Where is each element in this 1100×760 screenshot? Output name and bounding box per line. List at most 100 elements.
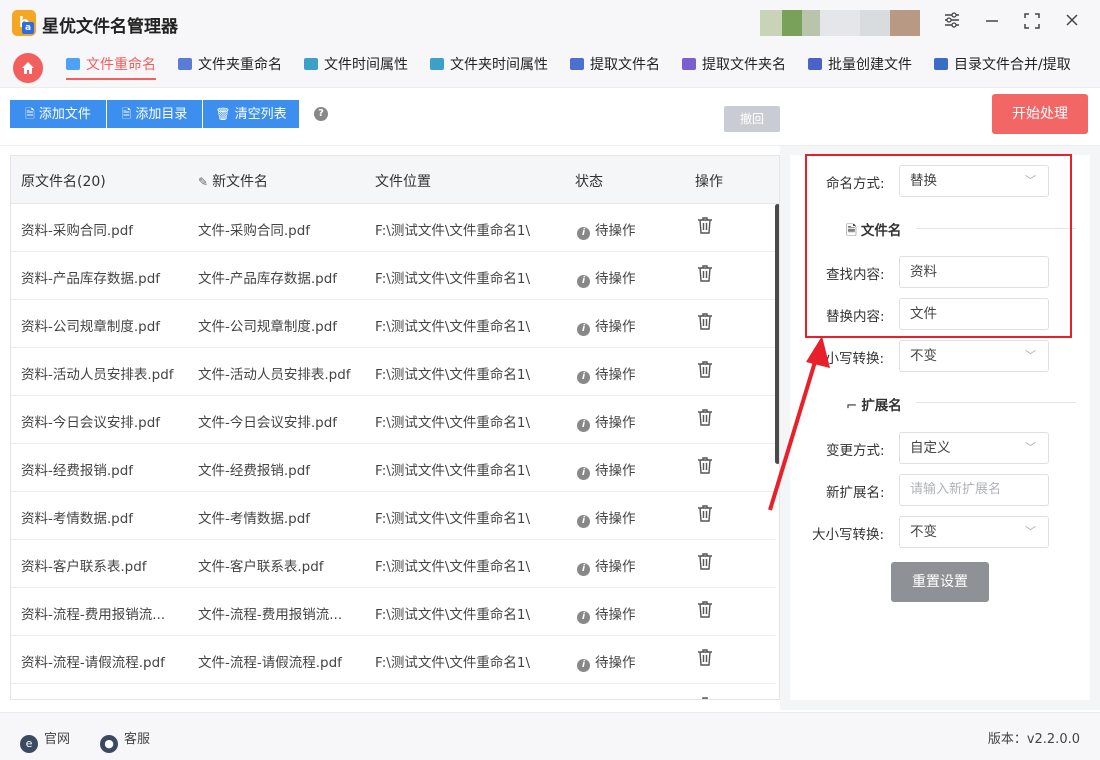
section-divider — [916, 402, 1076, 403]
new-filename: 文件-流程-费用报销流... — [198, 607, 343, 623]
add-directory-button[interactable]: 🗎 添加目录 — [107, 100, 202, 128]
file-location: F:\测试文件\文件重命名1\ — [375, 559, 530, 575]
close-icon[interactable] — [1060, 12, 1084, 36]
header-status: 状态 — [575, 174, 603, 190]
tab-batch-create[interactable]: 批量创建文件 — [808, 54, 912, 80]
case-conversion-select[interactable]: 不变 ﹀ — [899, 340, 1049, 372]
trash-icon[interactable] — [697, 600, 713, 618]
table-header: 原文件名(20) ✎ 新文件名 文件位置 状态 操作 — [11, 156, 779, 204]
tab-file-rename[interactable]: 文件重命名 — [66, 54, 156, 80]
minimize-icon[interactable] — [980, 12, 1004, 36]
status-cell: i 待操作 — [577, 507, 636, 528]
file-location: F:\测试文件\文件重命名1\ — [375, 271, 530, 287]
home-icon[interactable] — [13, 53, 43, 83]
trash-icon[interactable] — [697, 648, 713, 666]
table-row[interactable]: 资料-活动人员安排表.pdf 文件-活动人员安排表.pdf F:\测试文件\文件重命… — [11, 348, 775, 396]
header-location: 文件位置 — [375, 174, 431, 190]
table-row[interactable]: 资料-今日会议安排.pdf 文件-今日会议安排.pdf F:\测试文件\文件重命名1… — [11, 396, 775, 444]
tab-extract-filename[interactable]: 提取文件名 — [570, 54, 660, 80]
extract-filename-icon — [570, 58, 584, 70]
table-row[interactable]: 资料-流程-请假流程.pdf 文件-流程-请假流程.pdf F:\测试文件\文件重命… — [11, 636, 775, 684]
table-row[interactable]: 资料-采购合同.pdf 文件-采购合同.pdf F:\测试文件\文件重命名1\ i 待操… — [11, 204, 775, 252]
file-time-icon — [304, 58, 318, 70]
new-filename: 文件-活动人员安排表.pdf — [198, 367, 351, 383]
version-label: 版本：v2.2.0.0 — [987, 732, 1080, 747]
status-cell: i 待操作 — [577, 267, 636, 288]
original-filename: 资料-经费报销.pdf — [21, 463, 134, 479]
info-icon: i — [577, 275, 590, 288]
status-cell: i 待操作 — [577, 459, 636, 480]
table-row[interactable]: 资料-流程-费用报销流... 文件-流程-费用报销流... F:\测试文件\文件重命… — [11, 588, 775, 636]
folder-rename-icon — [178, 58, 192, 70]
new-filename: 文件-考情数据.pdf — [198, 511, 311, 527]
footer: e 官网 ● 客服 版本：v2.2.0.0 — [0, 712, 1100, 760]
file-location: F:\测试文件\文件重命名1\ — [375, 655, 530, 671]
original-filename: 资料-今日会议安排.pdf — [21, 415, 161, 431]
file-location: F:\测试文件\文件重命名1\ — [375, 319, 530, 335]
trash-icon[interactable] — [697, 456, 713, 474]
settings-icon[interactable] — [940, 12, 964, 36]
chevron-down-icon: ﹀ — [1025, 441, 1036, 454]
trash-icon[interactable] — [697, 408, 713, 426]
table-row[interactable]: 资料-经费报销.pdf 文件-经费报销.pdf F:\测试文件\文件重命名1\ i 待操… — [11, 444, 775, 492]
original-filename: 资料-公司规章制度.pdf — [21, 319, 161, 335]
new-filename: 文件-客户联系表.pdf — [198, 559, 324, 575]
change-mode-select[interactable]: 自定义 ﹀ — [899, 432, 1049, 464]
file-location: F:\测试文件\文件重命名1\ — [375, 511, 530, 527]
file-location: F:\测试文件\文件重命名1\ — [375, 415, 530, 431]
file-table: 原文件名(20) ✎ 新文件名 文件位置 状态 操作 资料-采购合同.pdf 文件-… — [10, 155, 780, 700]
new-filename: 文件-今日会议安排.pdf — [198, 415, 338, 431]
trash-icon[interactable] — [697, 264, 713, 282]
extension-case-select[interactable]: 不变 ﹀ — [899, 516, 1049, 548]
table-row[interactable]: 资料-考情数据.pdf 文件-考情数据.pdf F:\测试文件\文件重命名1\ i 待操… — [11, 492, 775, 540]
tab-extract-foldername[interactable]: 提取文件夹名 — [682, 54, 786, 80]
new-extension-input[interactable]: 请输入新扩展名 — [899, 474, 1049, 506]
table-row[interactable]: 资料-公司规章制度.pdf 文件-公司规章制度.pdf F:\测试文件\文件重命名1… — [11, 300, 775, 348]
table-row[interactable] — [11, 684, 775, 700]
file-location: F:\测试文件\文件重命名1\ — [375, 607, 530, 623]
new-filename: 文件-公司规章制度.pdf — [198, 319, 338, 335]
tab-folder-time[interactable]: 文件夹时间属性 — [430, 54, 548, 80]
table-row[interactable]: 资料-产品库存数据.pdf 文件-产品库存数据.pdf F:\测试文件\文件重命名1… — [11, 252, 775, 300]
support-link[interactable]: ● 客服 — [100, 728, 150, 753]
table-row[interactable]: 资料-客户联系表.pdf 文件-客户联系表.pdf F:\测试文件\文件重命名1\ i… — [11, 540, 775, 588]
user-avatar[interactable] — [760, 10, 920, 36]
file-location: F:\测试文件\文件重命名1\ — [375, 223, 530, 239]
help-icon[interactable]: ? — [314, 107, 328, 121]
folder-time-icon — [430, 58, 444, 70]
add-file-button[interactable]: 🗎 添加文件 — [10, 100, 106, 128]
start-processing-button[interactable]: 开始处理 — [992, 94, 1088, 134]
extension-case-label: 大小写转换: — [812, 527, 885, 543]
trash-icon[interactable] — [697, 360, 713, 378]
tab-folder-rename[interactable]: 文件夹重命名 — [178, 54, 282, 80]
new-filename: 文件-经费报销.pdf — [198, 463, 311, 479]
trash-icon[interactable] — [697, 696, 713, 700]
annotation-arrow-icon — [768, 336, 830, 511]
trash-icon[interactable] — [697, 552, 713, 570]
info-icon: i — [577, 467, 590, 480]
tab-merge-extract[interactable]: 目录文件合并/提取 — [934, 54, 1071, 80]
title-bar: ba 星优文件名管理器 — [0, 0, 1100, 46]
new-filename: 文件-采购合同.pdf — [198, 223, 311, 239]
tab-file-time[interactable]: 文件时间属性 — [304, 54, 408, 80]
website-link[interactable]: e 官网 — [20, 728, 70, 753]
edit-icon: ✎ — [198, 175, 209, 189]
maximize-icon[interactable] — [1020, 12, 1044, 36]
batch-create-icon — [808, 58, 822, 70]
status-cell: i 待操作 — [577, 219, 636, 240]
app-logo-icon: ba — [12, 10, 36, 36]
trash-icon[interactable] — [697, 216, 713, 234]
clear-list-button[interactable]: 🗑 清空列表 — [203, 100, 299, 128]
info-icon: i — [577, 419, 590, 432]
header-new-name: ✎ 新文件名 — [198, 174, 269, 190]
header-action: 操作 — [695, 174, 723, 190]
info-icon: i — [577, 371, 590, 384]
reset-settings-button[interactable]: 重置设置 — [891, 562, 989, 602]
undo-button[interactable]: 撤回 — [724, 106, 780, 132]
chevron-down-icon: ﹀ — [1025, 349, 1036, 362]
file-icon: 🗎 — [121, 107, 132, 121]
info-icon: i — [577, 611, 590, 624]
trash-icon[interactable] — [697, 504, 713, 522]
trash-icon[interactable] — [697, 312, 713, 330]
app-title: 星优文件名管理器 — [42, 17, 178, 37]
